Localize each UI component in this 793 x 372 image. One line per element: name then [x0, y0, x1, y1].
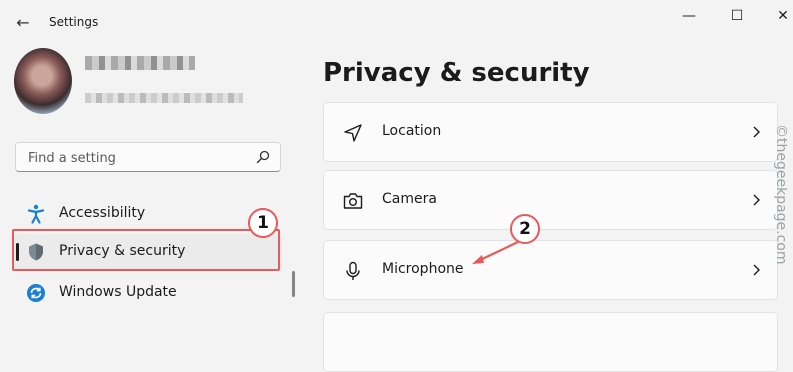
minimize-button[interactable]: —	[666, 3, 712, 29]
profile-name-blurred	[85, 56, 195, 70]
settings-card-location[interactable]: Location	[323, 102, 778, 162]
watermark-text: ©thegeekpage.com	[773, 124, 787, 265]
location-arrow-icon	[344, 124, 362, 142]
sidebar-scrollbar[interactable]	[292, 271, 295, 297]
settings-card-next[interactable]	[323, 312, 778, 372]
microphone-icon	[346, 261, 360, 280]
settings-card-microphone[interactable]: Microphone	[323, 240, 778, 300]
back-button[interactable]: ←	[12, 12, 34, 34]
card-label: Camera	[382, 191, 437, 207]
search-input[interactable]	[26, 148, 250, 168]
sidebar-item-label: Accessibility	[59, 205, 146, 221]
sidebar-item-label: Windows Update	[59, 284, 177, 300]
search-box[interactable]	[15, 142, 281, 172]
windows-update-icon	[27, 284, 45, 302]
maximize-button[interactable]: ☐	[714, 3, 760, 29]
highlight-box	[12, 229, 280, 271]
callout-badge-2: 2	[510, 214, 540, 244]
title-bar: ← Settings — ☐ ✕	[0, 0, 793, 46]
avatar[interactable]	[14, 48, 72, 114]
watermark: ©thegeekpage.com	[773, 124, 787, 265]
camera-icon	[343, 193, 363, 209]
callout-badge-1: 1	[248, 208, 278, 238]
card-label: Location	[382, 123, 442, 139]
app-title: Settings	[49, 15, 99, 29]
page-title: Privacy & security	[323, 58, 590, 88]
settings-card-camera[interactable]: Camera	[323, 170, 778, 230]
accessibility-icon	[27, 204, 45, 224]
close-button[interactable]: ✕	[760, 3, 793, 29]
search-icon[interactable]	[255, 149, 271, 165]
profile-email-blurred	[85, 93, 243, 103]
sidebar-item-accessibility[interactable]: Accessibility	[14, 196, 282, 232]
card-label: Microphone	[382, 261, 464, 277]
sidebar-item-windows-update[interactable]: Windows Update	[14, 275, 282, 311]
